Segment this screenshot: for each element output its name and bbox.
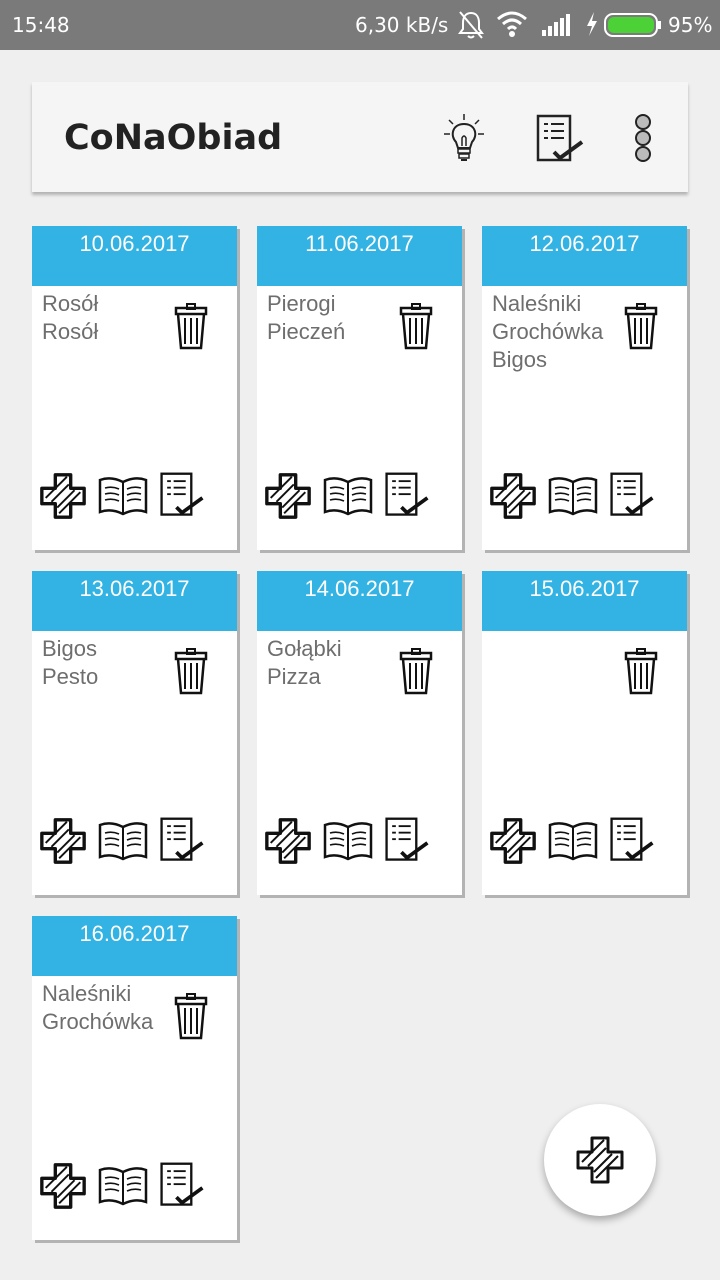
- add-day-fab[interactable]: [544, 1104, 656, 1216]
- recipe-book-icon[interactable]: [97, 474, 149, 522]
- day-card[interactable]: 12.06.2017 Naleśniki Grochówka Bigos: [482, 226, 687, 550]
- meal-list: Naleśniki Grochówka Bigos: [492, 290, 622, 374]
- day-card[interactable]: 10.06.2017 Rosół Rosół: [32, 226, 237, 550]
- status-time: 15:48: [12, 13, 70, 37]
- add-icon[interactable]: [263, 815, 313, 871]
- shopping-list-icon[interactable]: [606, 815, 658, 871]
- day-card[interactable]: 14.06.2017 Gołąbki Pizza: [257, 571, 462, 895]
- meal-name[interactable]: Rosół: [42, 318, 172, 346]
- shopping-list-icon[interactable]: [156, 815, 208, 871]
- charging-icon: [587, 12, 597, 36]
- meal-list: Rosół Rosół: [42, 290, 172, 346]
- meal-name[interactable]: Pieczeń: [267, 318, 397, 346]
- network-speed: 6,30 kB/s: [355, 13, 449, 37]
- shopping-list-icon[interactable]: [381, 815, 433, 871]
- day-date: 13.06.2017: [32, 571, 237, 631]
- trash-icon[interactable]: [173, 647, 209, 699]
- recipe-book-icon[interactable]: [97, 819, 149, 867]
- trash-icon[interactable]: [623, 302, 659, 354]
- trash-icon[interactable]: [173, 302, 209, 354]
- meal-name[interactable]: Pierogi: [267, 290, 397, 318]
- meal-name[interactable]: Gołąbki: [267, 635, 397, 663]
- shopping-list-icon[interactable]: [532, 112, 588, 168]
- day-date: 14.06.2017: [257, 571, 462, 631]
- meal-name[interactable]: Bigos: [492, 346, 622, 374]
- day-date: 15.06.2017: [482, 571, 687, 631]
- shopping-list-icon[interactable]: [381, 470, 433, 526]
- idea-icon[interactable]: [436, 112, 492, 168]
- trash-icon[interactable]: [173, 992, 209, 1044]
- status-bar: 15:48 6,30 kB/s 95%: [0, 0, 720, 50]
- day-card[interactable]: 15.06.2017: [482, 571, 687, 895]
- meal-list: Pierogi Pieczeń: [267, 290, 397, 346]
- day-date: 12.06.2017: [482, 226, 687, 286]
- day-date: 16.06.2017: [32, 916, 237, 976]
- day-card[interactable]: 11.06.2017 Pierogi Pieczeń: [257, 226, 462, 550]
- day-date: 11.06.2017: [257, 226, 462, 286]
- shopping-list-icon[interactable]: [156, 470, 208, 526]
- add-icon[interactable]: [38, 470, 88, 526]
- meal-name[interactable]: Bigos: [42, 635, 172, 663]
- battery-icon: [604, 13, 661, 37]
- meal-list: Bigos Pesto: [42, 635, 172, 691]
- recipe-book-icon[interactable]: [322, 819, 374, 867]
- meal-name[interactable]: Pizza: [267, 663, 397, 691]
- signal-icon: [542, 14, 570, 36]
- app-bar: CoNaObiad: [32, 82, 688, 192]
- add-icon[interactable]: [38, 815, 88, 871]
- add-icon[interactable]: [38, 1160, 88, 1216]
- battery-percent: 95%: [668, 13, 713, 37]
- trash-icon[interactable]: [398, 647, 434, 699]
- meal-name[interactable]: Grochówka: [492, 318, 622, 346]
- mute-icon: [458, 11, 484, 39]
- recipe-book-icon[interactable]: [547, 474, 599, 522]
- meal-name[interactable]: Grochówka: [42, 1008, 172, 1036]
- trash-icon[interactable]: [623, 647, 659, 699]
- add-icon[interactable]: [488, 470, 538, 526]
- trash-icon[interactable]: [398, 302, 434, 354]
- add-icon[interactable]: [488, 815, 538, 871]
- meal-name[interactable]: Naleśniki: [42, 980, 172, 1008]
- meal-list: Naleśniki Grochówka: [42, 980, 172, 1036]
- wifi-icon: [497, 11, 527, 37]
- recipe-book-icon[interactable]: [97, 1164, 149, 1212]
- recipe-book-icon[interactable]: [322, 474, 374, 522]
- meal-name[interactable]: Naleśniki: [492, 290, 622, 318]
- recipe-book-icon[interactable]: [547, 819, 599, 867]
- shopping-list-icon[interactable]: [606, 470, 658, 526]
- meal-name[interactable]: Rosół: [42, 290, 172, 318]
- day-date: 10.06.2017: [32, 226, 237, 286]
- day-card[interactable]: 13.06.2017 Bigos Pesto: [32, 571, 237, 895]
- app-title: CoNaObiad: [64, 118, 283, 158]
- meal-name[interactable]: Pesto: [42, 663, 172, 691]
- day-card[interactable]: 16.06.2017 Naleśniki Grochówka: [32, 916, 237, 1240]
- shopping-list-icon[interactable]: [156, 1160, 208, 1216]
- add-icon[interactable]: [263, 470, 313, 526]
- add-icon: [576, 1136, 624, 1184]
- overflow-menu-icon[interactable]: [628, 112, 658, 168]
- meal-list: Gołąbki Pizza: [267, 635, 397, 691]
